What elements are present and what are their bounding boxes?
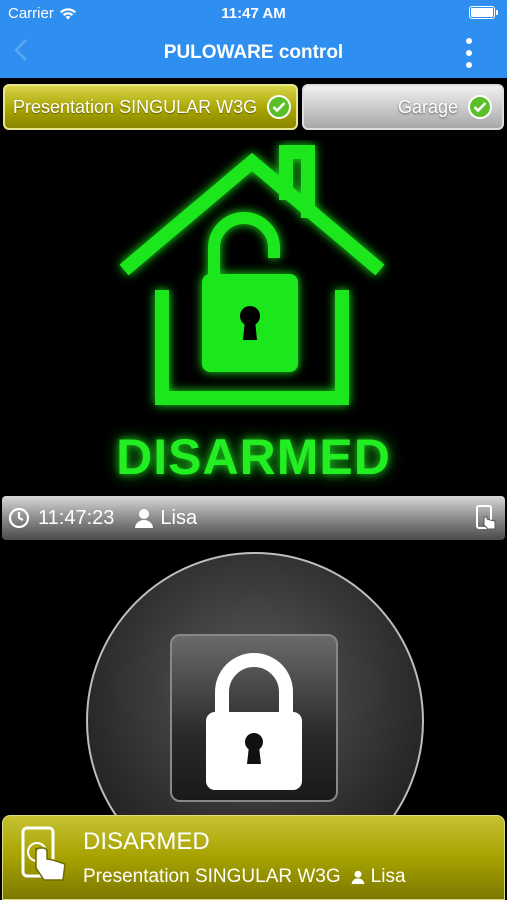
tab-presentation-singular[interactable]: Presentation SINGULAR W3G bbox=[3, 84, 298, 130]
banner-details: Presentation SINGULAR W3G Lisa bbox=[83, 866, 406, 888]
event-user: Lisa bbox=[160, 506, 198, 529]
tab-label: Garage bbox=[397, 96, 458, 117]
page-title: PULOWARE control bbox=[163, 42, 344, 63]
user-icon bbox=[134, 508, 154, 528]
last-event-bar: 11:47:23 Lisa bbox=[2, 496, 505, 540]
arm-toggle-button[interactable] bbox=[170, 634, 338, 802]
status-bar: Carrier 11:47 AM bbox=[0, 0, 507, 28]
banner-user: Lisa bbox=[370, 866, 406, 887]
touch-phone-icon bbox=[475, 505, 497, 537]
tab-garage[interactable]: Garage bbox=[302, 84, 504, 130]
house-unlocked-icon bbox=[119, 145, 385, 405]
banner-device: Presentation SINGULAR W3G bbox=[83, 866, 341, 887]
arm-state-label: DISARMED bbox=[116, 429, 391, 485]
touch-phone-icon bbox=[19, 826, 75, 891]
status-banner[interactable]: DISARMED Presentation SINGULAR W3G Lisa bbox=[2, 815, 505, 900]
nav-bar: PULOWARE control bbox=[0, 28, 507, 78]
tab-label: Presentation SINGULAR W3G bbox=[13, 96, 258, 117]
clock-icon bbox=[8, 507, 30, 529]
event-time: 11:47:23 bbox=[38, 506, 115, 529]
more-vertical-icon bbox=[466, 38, 472, 44]
status-time: 11:47 AM bbox=[221, 5, 286, 22]
lock-icon bbox=[206, 653, 302, 790]
banner-title: DISARMED bbox=[83, 828, 210, 855]
more-menu-button[interactable] bbox=[465, 38, 473, 68]
check-circle-icon bbox=[468, 95, 492, 119]
device-tabs: Presentation SINGULAR W3G Garage bbox=[0, 80, 507, 136]
back-button[interactable] bbox=[14, 38, 34, 68]
battery-icon bbox=[469, 6, 498, 19]
user-icon bbox=[351, 870, 365, 884]
check-circle-icon bbox=[267, 95, 292, 119]
chevron-left-icon bbox=[14, 39, 27, 61]
